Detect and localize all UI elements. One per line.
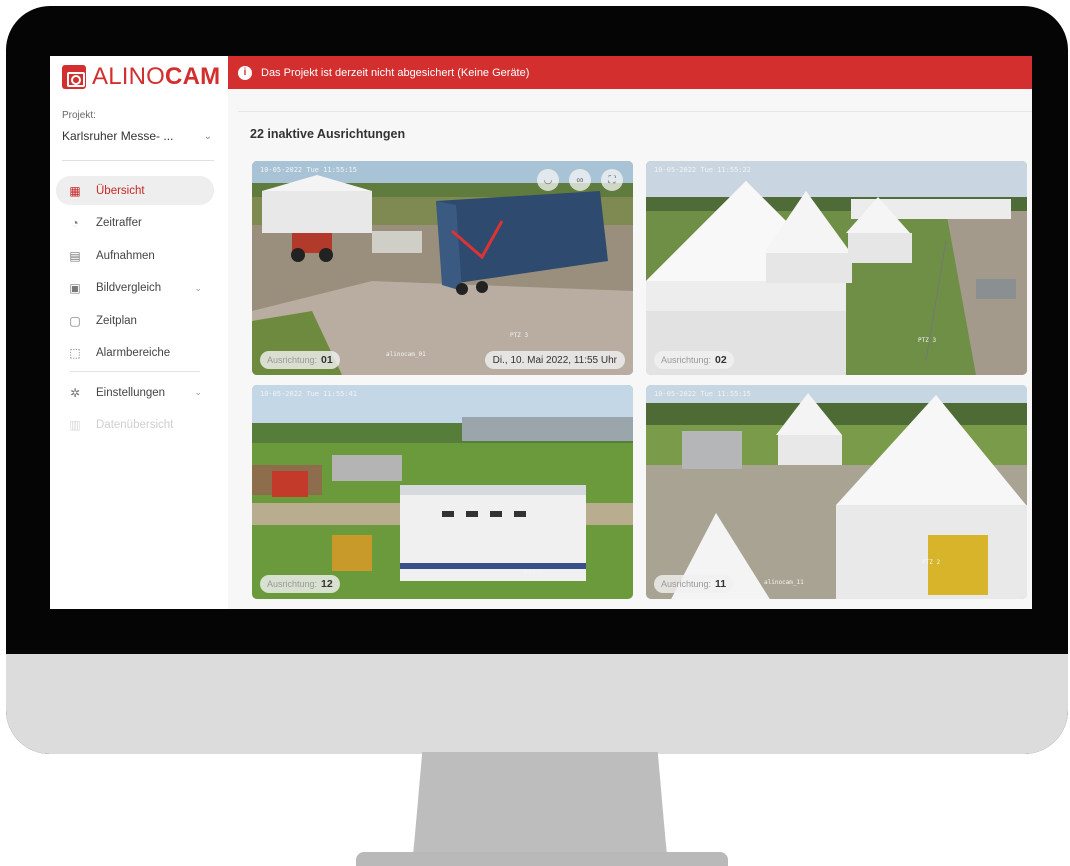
- banner-text: Das Projekt ist derzeit nicht abgesicher…: [261, 66, 530, 79]
- dashboard-icon: ▦: [69, 183, 81, 198]
- camera-label: alinocam_01: [386, 351, 426, 358]
- link-icon[interactable]: ∞: [569, 169, 591, 191]
- sidebar-item-zeitplan[interactable]: ▢ Zeitplan: [56, 306, 214, 335]
- sidebar-item-uebersicht[interactable]: ▦ Übersicht: [56, 176, 214, 205]
- sidebar-item-datenuebersicht: ▥ Datenübersicht: [56, 411, 214, 440]
- gear-icon: ✲: [69, 385, 81, 400]
- divider: [238, 111, 1032, 112]
- page-title: 22 inaktive Ausrichtungen: [250, 127, 406, 141]
- orientation-badge: Ausrichtung: 12: [260, 575, 340, 593]
- camera-image: [252, 385, 633, 599]
- timestamp-overlay: 10-05-2022 Tue 11:55:22: [654, 166, 751, 174]
- camera-tile[interactable]: 10-05-2022 Tue 11:55:15 PTZ 2 alinocam_1…: [646, 385, 1027, 599]
- sidebar-item-label: Aufnahmen: [96, 249, 155, 262]
- ptz-label: PTZ 3: [524, 569, 543, 576]
- project-select[interactable]: Karlsruher Messe- ... ⌄: [62, 126, 212, 146]
- camera-icon: [62, 65, 86, 89]
- alarm-zone-icon: ⬚: [69, 346, 81, 360]
- date-badge: Di., 10. Mai 2022, 11:55 Uhr: [484, 351, 625, 369]
- photos-icon: ▤: [69, 248, 81, 263]
- orientation-badge: Ausrichtung: 02: [654, 351, 734, 369]
- sidebar-item-label: Einstellungen: [96, 386, 166, 399]
- sidebar-item-zeitraffer[interactable]: ◔ Zeitraffer: [56, 209, 214, 238]
- data-icon: ▥: [69, 418, 81, 432]
- app-screen: ALINOCAM Projekt: Karlsruher Messe- ... …: [50, 56, 1032, 609]
- main-content: 22 inaktive Ausrichtungen 10-05-2022 Tue…: [228, 89, 1032, 609]
- sidebar-item-label: Zeitplan: [96, 314, 137, 327]
- sidebar-nav: ▦ Übersicht ◔ Zeitraffer ▤ Aufnahmen ▣ B…: [56, 176, 214, 443]
- refresh-icon[interactable]: ◡: [537, 169, 559, 191]
- chevron-down-icon: ⌄: [194, 387, 202, 397]
- sidebar-item-label: Alarmbereiche: [96, 347, 171, 359]
- monitor-chin: [6, 654, 1068, 754]
- logo-text: ALINOCAM: [92, 63, 221, 90]
- ptz-label: PTZ 3: [510, 332, 529, 339]
- camera-image: [646, 385, 1027, 599]
- sidebar-item-aufnahmen[interactable]: ▤ Aufnahmen: [56, 241, 214, 270]
- app-logo[interactable]: ALINOCAM: [62, 63, 221, 90]
- divider: [70, 371, 200, 372]
- timestamp-overlay: 10-05-2022 Tue 11:55:15: [654, 390, 751, 398]
- sidebar-item-label: Bildvergleich: [96, 282, 162, 294]
- ptz-label: PTZ 3: [918, 337, 937, 344]
- divider: [62, 160, 214, 161]
- fullscreen-icon[interactable]: ⛶: [601, 169, 623, 191]
- orientation-badge: Ausrichtung: 11: [654, 575, 734, 593]
- sidebar-item-label: Zeitraffer: [96, 217, 142, 229]
- info-icon: i: [238, 65, 252, 80]
- monitor-stand: [412, 752, 668, 864]
- sidebar-item-label: Übersicht: [96, 184, 145, 197]
- monitor-stand-base: [356, 852, 728, 866]
- sidebar-item-einstellungen[interactable]: ✲ Einstellungen ⌄: [56, 378, 214, 407]
- chevron-down-icon: ⌄: [203, 130, 212, 142]
- sidebar-item-bildvergleich[interactable]: ▣ Bildvergleich ⌄: [56, 274, 214, 303]
- camera-tile[interactable]: 10-05-2022 Tue 11:55:41 PTZ 3 Ausrichtun…: [252, 385, 633, 599]
- warning-banner: i Das Projekt ist derzeit nicht abgesich…: [228, 56, 1032, 89]
- sidebar-item-alarmbereiche[interactable]: ⬚ Alarmbereiche: [56, 339, 214, 368]
- sidebar: ALINOCAM Projekt: Karlsruher Messe- ... …: [50, 56, 228, 609]
- timestamp-overlay: 10-05-2022 Tue 11:55:41: [260, 390, 357, 398]
- project-label: Projekt:: [62, 110, 96, 121]
- chevron-down-icon: ⌄: [194, 282, 202, 293]
- compare-icon: ▣: [69, 281, 81, 295]
- ptz-label: PTZ 2: [922, 559, 941, 566]
- calendar-icon: ▢: [69, 313, 81, 328]
- camera-label: alinocam_11: [764, 579, 804, 586]
- camera-tile[interactable]: 10-05-2022 Tue 11:55:22 PTZ 3 Ausrichtun…: [646, 161, 1027, 375]
- sidebar-item-label: Datenübersicht: [96, 419, 174, 431]
- timestamp-overlay: 10-05-2022 Tue 11:55:15: [260, 166, 357, 174]
- camera-image: [646, 161, 1027, 375]
- orientation-badge: Ausrichtung: 01: [260, 351, 340, 369]
- timelapse-icon: ◔: [71, 216, 79, 230]
- camera-tile[interactable]: 10-05-2022 Tue 11:55:15 ◡ ∞ ⛶ PTZ 3 alin…: [252, 161, 633, 375]
- camera-image: [252, 161, 633, 375]
- project-select-value: Karlsruher Messe- ...: [62, 129, 174, 143]
